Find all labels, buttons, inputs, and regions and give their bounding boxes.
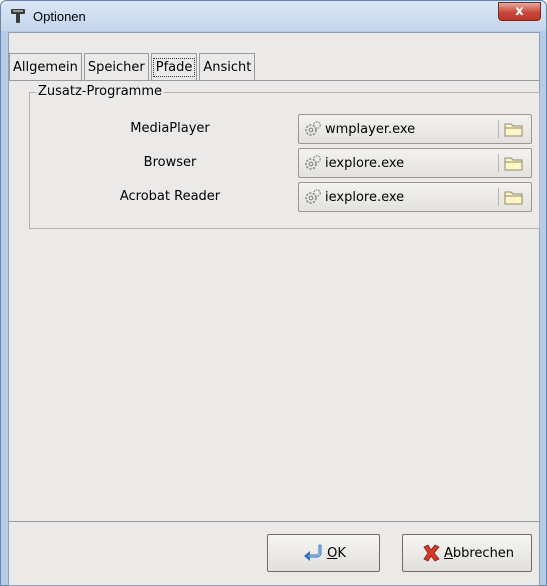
tab-panel-pfade: Zusatz-Programme MediaPlayer wmplayer.ex… [9, 80, 540, 521]
folder-icon[interactable] [503, 120, 525, 138]
group-zusatz-programme: Zusatz-Programme MediaPlayer wmplayer.ex… [29, 84, 540, 229]
group-title: Zusatz-Programme [36, 84, 165, 99]
path-value: wmplayer.exe [325, 121, 416, 137]
ok-label: OK [327, 546, 346, 561]
field-divider [498, 120, 499, 138]
tab-ansicht[interactable]: Ansicht [199, 53, 256, 80]
tab-label: Allgemein [13, 59, 78, 75]
path-value: iexplore.exe [325, 189, 405, 205]
field-divider [498, 188, 499, 206]
label-mediaplayer: MediaPlayer [130, 121, 210, 136]
tab-label: Pfade [152, 57, 196, 77]
ok-button[interactable]: OK [267, 534, 380, 572]
cancel-label: Abbrechen [444, 546, 514, 561]
field-divider [498, 154, 499, 172]
tab-bar: Allgemein Speicher Pfade Ansicht [9, 53, 257, 80]
path-field-mediaplayer[interactable]: wmplayer.exe [298, 114, 532, 144]
cancel-label-rest: bbrechen [452, 545, 515, 561]
tab-pfade[interactable]: Pfade [150, 53, 198, 80]
tab-label: Speicher [87, 59, 145, 75]
path-field-browser[interactable]: iexplore.exe [298, 148, 532, 178]
cancel-mnemonic: A [443, 545, 453, 561]
gear-icon [305, 189, 321, 204]
path-field-acrobat-reader[interactable]: iexplore.exe [298, 182, 532, 212]
path-value: iexplore.exe [325, 155, 405, 171]
client-area: Allgemein Speicher Pfade Ansicht Zusatz-… [8, 32, 540, 586]
tab-speicher[interactable]: Speicher [83, 53, 149, 80]
label-browser: Browser [143, 155, 197, 170]
ok-mnemonic: O [327, 545, 338, 561]
cancel-button[interactable]: Abbrechen [402, 534, 532, 572]
tab-allgemein[interactable]: Allgemein [9, 53, 82, 80]
options-window: Optionen x Allgemein Speicher Pfade Ansi… [0, 0, 547, 586]
gear-icon [305, 121, 321, 136]
gear-icon [305, 155, 321, 170]
close-icon: x [515, 4, 524, 19]
red-x-icon [423, 544, 440, 562]
return-arrow-icon [304, 544, 322, 561]
title-bar[interactable]: Optionen x [1, 1, 546, 31]
folder-icon[interactable] [503, 154, 525, 172]
ok-label-rest: K [337, 545, 346, 561]
folder-icon[interactable] [503, 188, 525, 206]
label-acrobat-reader: Acrobat Reader [119, 189, 221, 204]
tool-icon [11, 9, 25, 23]
close-button[interactable]: x [498, 2, 541, 21]
window-title: Optionen [33, 9, 86, 24]
button-bar-divider [9, 521, 539, 522]
tab-label: Ansicht [203, 59, 252, 75]
